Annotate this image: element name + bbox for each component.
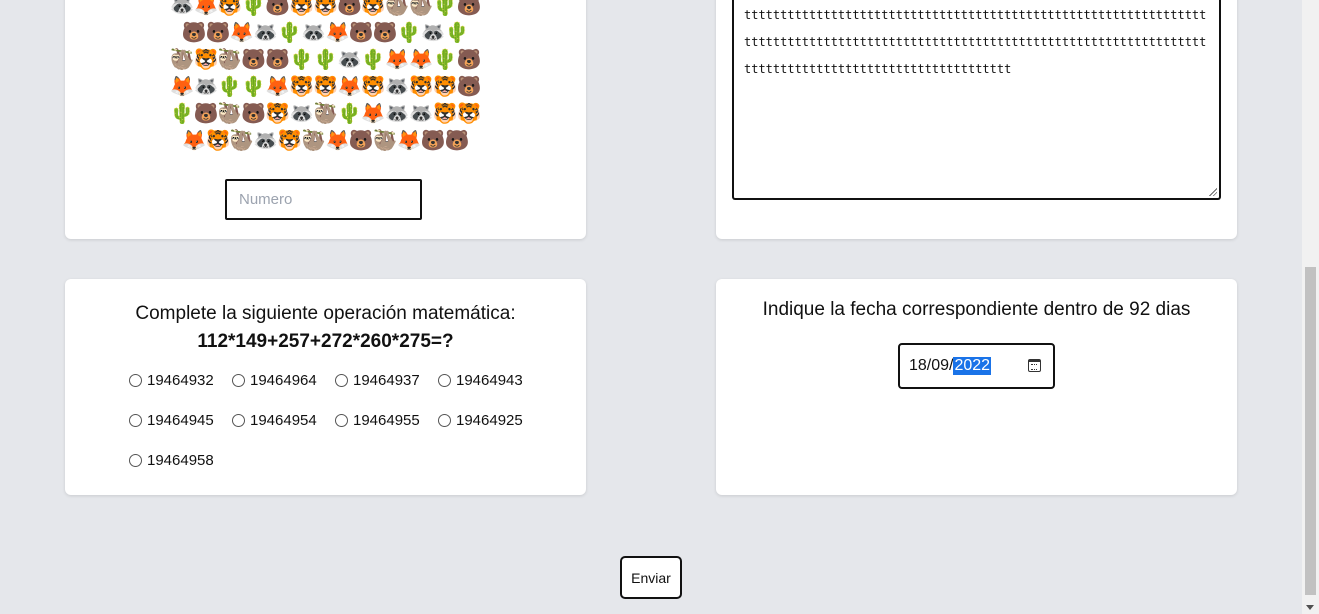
option-label: 19464954 [250,411,317,429]
date-year-selected[interactable]: 2022 [953,357,992,375]
answer-option[interactable]: 19464958 [129,451,232,469]
radio-button[interactable] [129,413,142,427]
option-label: 19464964 [250,371,317,389]
answer-option[interactable]: 19464937 [335,371,438,389]
resize-handle-icon[interactable] [1208,187,1217,196]
date-input[interactable]: 18/09/2022 [898,343,1055,389]
option-label: 19464955 [353,411,420,429]
text-area[interactable]: tttttttttttttttttttttttttttttttttttttttt… [732,0,1221,200]
text-area-value: tttttttttttttttttttttttttttttttttttttttt… [744,8,1207,76]
option-label: 19464958 [147,451,214,469]
date-question-title: Indique la fecha correspondiente dentro … [762,299,1191,320]
answer-option[interactable]: 19464945 [129,411,232,429]
radio-button[interactable] [335,373,348,387]
radio-button[interactable] [335,413,348,427]
answer-option[interactable]: 19464943 [438,371,541,389]
math-expression: 112*149+257+272*260*275=? [197,331,454,352]
radio-button[interactable] [232,413,245,427]
option-label: 19464945 [147,411,214,429]
answer-option[interactable]: 19464925 [438,411,541,429]
emoji-row: 🦝🦊🐯🌵🐻🐯🐯🐻🐯🦥🦥🌵🐻 [169,0,482,17]
calendar-icon[interactable] [1028,359,1041,372]
math-question-title: Complete la siguiente operación matemáti… [135,303,516,324]
emoji-row: 🦊🐯🦥🦝🐯🦥🦊🐻🦥🦊🐻🐻 [181,128,470,152]
radio-button[interactable] [438,373,451,387]
number-input[interactable] [225,179,422,220]
option-label: 19464925 [456,411,523,429]
text-card: tttttttttttttttttttttttttttttttttttttttt… [716,0,1237,239]
emoji-captcha-card: 🦝🦊🐯🌵🐻🐯🐯🐻🐯🦥🦥🌵🐻 🐻🐻🦊🦝🌵🦝🦊🐻🐻🌵🦝🌵 🦥🐯🦥🐻🐻🌵🌵🦝🌵🦊🦊🌵🐻… [65,0,586,239]
option-label: 19464932 [147,371,214,389]
date-day-month: 18/09/ [909,357,954,374]
radio-button[interactable] [438,413,451,427]
answer-option[interactable]: 19464954 [232,411,335,429]
radio-button[interactable] [232,373,245,387]
submit-button[interactable]: Enviar [620,556,682,599]
answer-options: 19464932 19464964 19464937 19464943 1946… [129,371,549,469]
scroll-down-arrow-icon[interactable] [1306,605,1314,610]
radio-button[interactable] [129,373,142,387]
scrollbar-thumb[interactable] [1305,267,1316,595]
math-question-card: Complete la siguiente operación matemáti… [65,279,586,495]
answer-option[interactable]: 19464932 [129,371,232,389]
emoji-row: 🐻🐻🦊🦝🌵🦝🦊🐻🐻🌵🦝🌵 [181,20,470,44]
radio-button[interactable] [129,453,142,467]
emoji-row: 🦊🦝🌵🌵🦊🐯🐯🦊🐯🦝🐯🐯🐻 [169,74,482,98]
date-question-card: Indique la fecha correspondiente dentro … [716,279,1237,495]
option-label: 19464937 [353,371,420,389]
emoji-row: 🦥🐯🦥🐻🐻🌵🌵🦝🌵🦊🦊🌵🐻 [169,47,482,71]
answer-option[interactable]: 19464964 [232,371,335,389]
option-label: 19464943 [456,371,523,389]
emoji-row: 🌵🐻🦥🐻🐯🦝🦥🌵🦊🦝🦝🐯🐯 [169,101,482,125]
answer-option[interactable]: 19464955 [335,411,438,429]
emoji-grid: 🦝🦊🐯🌵🐻🐯🐯🐻🐯🦥🦥🌵🐻 🐻🐻🦊🦝🌵🦝🦊🐻🐻🌵🦝🌵 🦥🐯🦥🐻🐻🌵🌵🦝🌵🦊🦊🌵🐻… [145,0,505,159]
vertical-scrollbar[interactable] [1302,0,1319,614]
